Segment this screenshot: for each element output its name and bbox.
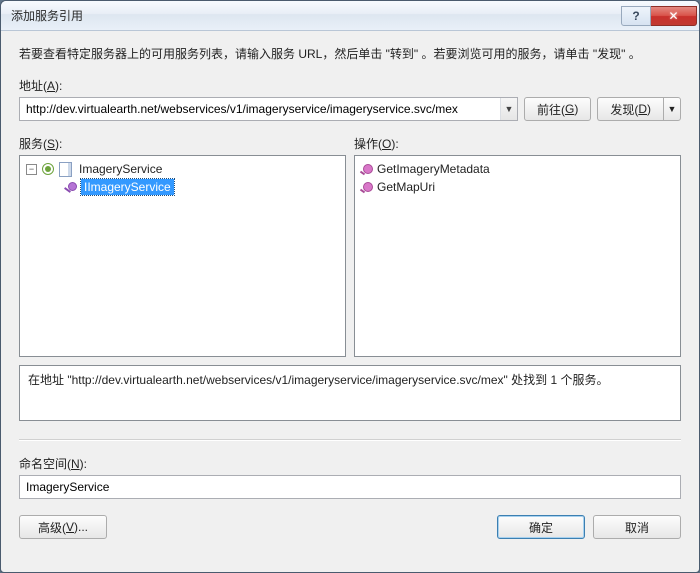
service-root-label: ImageryService	[76, 161, 165, 177]
divider	[19, 439, 681, 441]
advanced-button[interactable]: 高级(V)...	[19, 515, 107, 539]
help-button[interactable]: ?	[621, 6, 651, 26]
cancel-button[interactable]: 取消	[593, 515, 681, 539]
tree-collapse-icon[interactable]: −	[26, 164, 37, 175]
dialog-content: 若要查看特定服务器上的可用服务列表，请输入服务 URL，然后单击 "转到" 。若…	[1, 31, 699, 572]
contract-icon	[62, 179, 78, 195]
address-row: ▼ 前往(G) 发现(D) ▼	[19, 97, 681, 121]
titlebar: 添加服务引用 ? ✕	[1, 1, 699, 31]
status-text: 在地址 "http://dev.virtualearth.net/webserv…	[19, 365, 681, 421]
instruction-text: 若要查看特定服务器上的可用服务列表，请输入服务 URL，然后单击 "转到" 。若…	[19, 45, 681, 63]
service-contract-label: IImageryService	[81, 179, 174, 195]
ok-button[interactable]: 确定	[497, 515, 585, 539]
services-label: 服务(S):	[19, 135, 346, 152]
operation-label: GetMapUri	[377, 180, 435, 194]
namespace-input[interactable]	[19, 475, 681, 499]
services-tree[interactable]: − ImageryService IImageryService	[19, 155, 346, 357]
operations-label: 操作(O):	[354, 135, 681, 152]
operation-icon	[363, 182, 373, 192]
operations-panel: 操作(O): GetImageryMetadata GetMapUri	[354, 135, 681, 357]
operation-label: GetImageryMetadata	[377, 162, 490, 176]
address-combobox[interactable]: ▼	[19, 97, 518, 121]
discover-button[interactable]: 发现(D)	[597, 97, 663, 121]
service-selected-icon	[42, 163, 54, 175]
address-dropdown-arrow[interactable]: ▼	[500, 98, 517, 120]
operation-icon	[363, 164, 373, 174]
address-input[interactable]	[20, 98, 500, 120]
titlebar-buttons: ? ✕	[621, 6, 697, 26]
list-item[interactable]: GetMapUri	[357, 178, 678, 196]
namespace-label: 命名空间(N):	[19, 455, 681, 472]
address-label: 地址(A):	[19, 77, 681, 94]
services-panel: 服务(S): − ImageryService IImageryService	[19, 135, 346, 357]
window-title: 添加服务引用	[11, 7, 621, 24]
service-doc-icon	[57, 161, 73, 177]
panels-row: 服务(S): − ImageryService IImageryService	[19, 135, 681, 357]
footer-row: 高级(V)... 确定 取消	[19, 515, 681, 539]
operations-list[interactable]: GetImageryMetadata GetMapUri	[354, 155, 681, 357]
discover-dropdown-arrow[interactable]: ▼	[663, 97, 681, 121]
go-button[interactable]: 前往(G)	[524, 97, 591, 121]
tree-root-row[interactable]: − ImageryService	[22, 160, 343, 178]
close-button[interactable]: ✕	[651, 6, 697, 26]
dialog-window: 添加服务引用 ? ✕ 若要查看特定服务器上的可用服务列表，请输入服务 URL，然…	[0, 0, 700, 573]
tree-contract-row[interactable]: IImageryService	[22, 178, 343, 196]
discover-split-button: 发现(D) ▼	[597, 97, 681, 121]
list-item[interactable]: GetImageryMetadata	[357, 160, 678, 178]
